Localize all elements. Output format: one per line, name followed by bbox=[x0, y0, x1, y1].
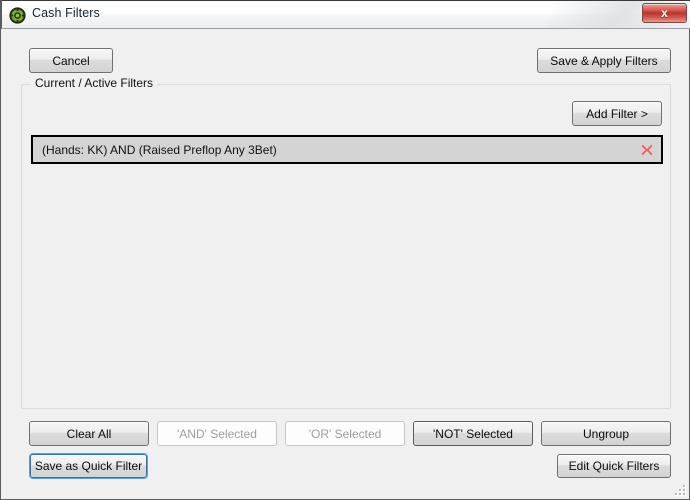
close-icon: x bbox=[661, 6, 668, 20]
title-bar[interactable]: Cash Filters x bbox=[1, 0, 690, 29]
remove-filter-icon[interactable] bbox=[640, 143, 654, 157]
and-selected-button-label: 'AND' Selected bbox=[177, 426, 257, 441]
save-as-quick-filter-button[interactable]: Save as Quick Filter bbox=[29, 453, 148, 479]
clear-all-button[interactable]: Clear All bbox=[29, 421, 149, 446]
add-filter-button-label: Add Filter > bbox=[586, 106, 648, 121]
current-active-filters-group: Current / Active Filters Add Filter > (H… bbox=[21, 76, 671, 409]
group-legend: Current / Active Filters bbox=[31, 76, 158, 90]
client-area: Cancel Save & Apply Filters Current / Ac… bbox=[1, 29, 689, 498]
not-selected-button[interactable]: 'NOT' Selected bbox=[413, 421, 533, 446]
poker-chip-icon bbox=[9, 7, 26, 24]
and-selected-button[interactable]: 'AND' Selected bbox=[157, 421, 277, 446]
cash-filters-window: Cash Filters x Cancel Save & Apply Filte… bbox=[0, 0, 690, 500]
cancel-button[interactable]: Cancel bbox=[29, 48, 113, 73]
save-and-apply-filters-label: Save & Apply Filters bbox=[550, 53, 658, 68]
close-button[interactable]: x bbox=[642, 3, 687, 23]
filter-list[interactable]: (Hands: KK) AND (Raised Preflop Any 3Bet… bbox=[31, 135, 663, 397]
cancel-button-label: Cancel bbox=[52, 53, 90, 68]
window-title: Cash Filters bbox=[32, 6, 100, 20]
resize-grip[interactable] bbox=[673, 483, 686, 496]
not-selected-button-label: 'NOT' Selected bbox=[433, 426, 513, 441]
edit-quick-filters-label: Edit Quick Filters bbox=[568, 459, 660, 473]
edit-quick-filters-button[interactable]: Edit Quick Filters bbox=[557, 454, 671, 478]
filter-expression-text: (Hands: KK) AND (Raised Preflop Any 3Bet… bbox=[42, 142, 277, 157]
or-selected-button-label: 'OR' Selected bbox=[308, 426, 382, 441]
ungroup-button-label: Ungroup bbox=[582, 426, 630, 441]
clear-all-button-label: Clear All bbox=[66, 426, 112, 441]
or-selected-button[interactable]: 'OR' Selected bbox=[285, 421, 405, 446]
save-as-quick-filter-label: Save as Quick Filter bbox=[34, 459, 143, 473]
filter-list-item[interactable]: (Hands: KK) AND (Raised Preflop Any 3Bet… bbox=[31, 135, 663, 164]
add-filter-button[interactable]: Add Filter > bbox=[572, 101, 662, 126]
save-and-apply-filters-button[interactable]: Save & Apply Filters bbox=[537, 48, 671, 73]
ungroup-button[interactable]: Ungroup bbox=[541, 421, 671, 446]
